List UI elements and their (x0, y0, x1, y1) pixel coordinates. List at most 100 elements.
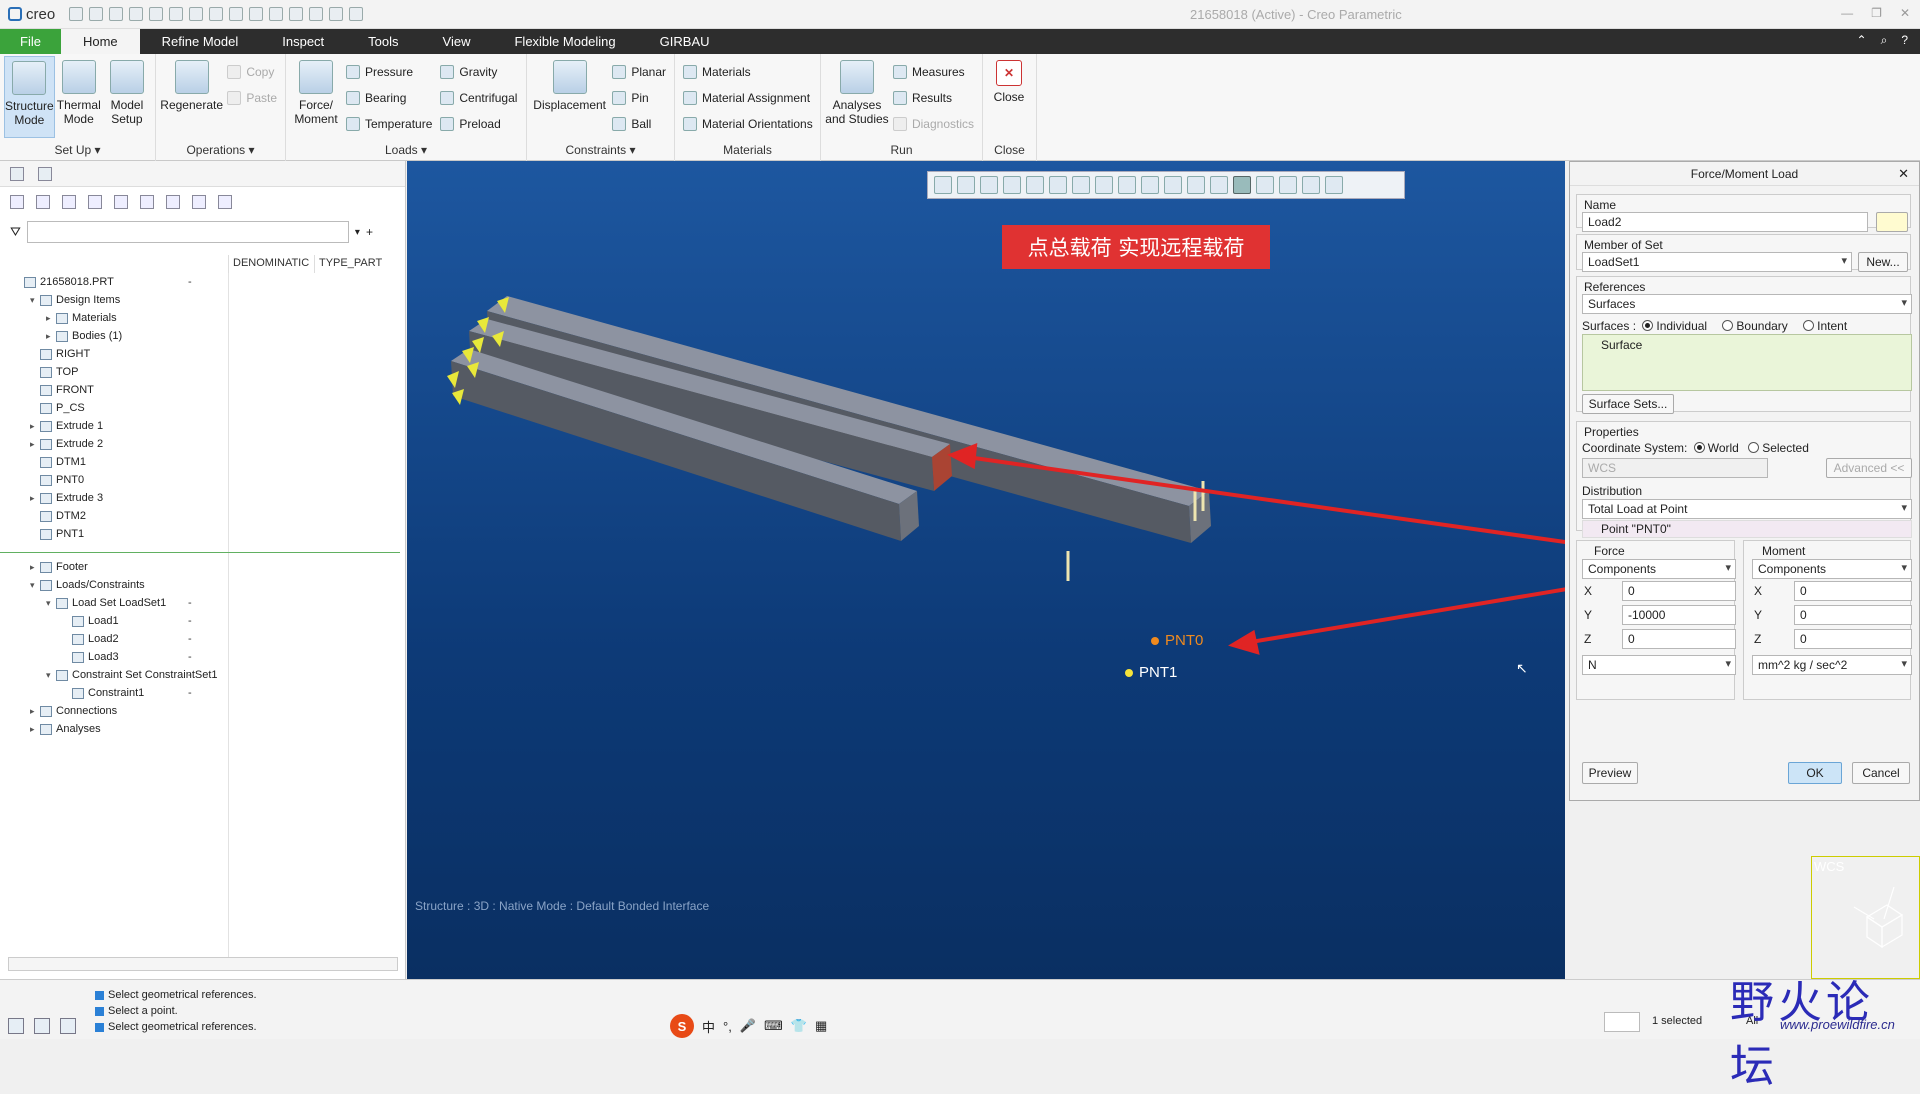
tab-flexible-modeling[interactable]: Flexible Modeling (492, 29, 637, 54)
tree-node[interactable]: ▸ Footer (0, 558, 228, 576)
selected-radio[interactable] (1748, 442, 1760, 453)
tree-node[interactable]: ▸ Extrude 1 (0, 417, 228, 435)
navigator-toggle-icon[interactable] (8, 1018, 24, 1034)
tree-node[interactable]: ▾ Design Items (0, 291, 228, 309)
tree-node[interactable]: 21658018.PRT - (0, 273, 228, 291)
planar-button[interactable]: Planar (612, 62, 666, 81)
moment-y-input[interactable]: 0 (1794, 605, 1912, 625)
ball-button[interactable]: Ball (612, 114, 666, 133)
results-button[interactable]: Results (892, 88, 974, 107)
window-icon[interactable] (229, 7, 244, 21)
individual-radio[interactable] (1642, 320, 1654, 331)
filter-tree-icon[interactable] (114, 195, 128, 209)
references-type-select[interactable]: Surfaces (1582, 294, 1912, 314)
surface-item[interactable]: Surface (1583, 335, 1911, 355)
centrifugal-button[interactable]: Centrifugal (440, 88, 517, 107)
columns-icon[interactable] (88, 195, 102, 209)
graphics-viewport[interactable]: 点总载荷 实现远程载荷 PNT0 PNT1 Structure: 3D: N… (407, 161, 1565, 979)
expand-arrow-icon[interactable]: ▸ (30, 706, 40, 717)
tree-node[interactable]: ▸ Extrude 3 (0, 489, 228, 507)
gravity-button[interactable]: Gravity (440, 62, 517, 81)
member-of-set-select[interactable]: LoadSet1 (1582, 252, 1852, 272)
regenerate-button[interactable]: Regenerate (160, 56, 223, 112)
cancel-button[interactable]: Cancel (1852, 762, 1910, 784)
save-all-icon[interactable] (129, 7, 144, 21)
measure-icon[interactable] (289, 7, 304, 21)
column-denominatic[interactable]: DENOMINATIC (228, 255, 314, 273)
boundary-radio[interactable] (1722, 320, 1734, 331)
keyboard-icon[interactable]: ⌨ (764, 1018, 783, 1034)
layers-icon[interactable] (166, 195, 180, 209)
temperature-button[interactable]: Temperature (346, 114, 432, 133)
chinese-mode-icon[interactable]: 中 (702, 1017, 715, 1036)
expand-arrow-icon[interactable]: ▸ (30, 724, 40, 735)
skin-icon[interactable]: 👕 (791, 1018, 807, 1034)
part-icon[interactable] (10, 195, 24, 209)
tree-node[interactable]: ▸ Materials (0, 309, 228, 327)
force-z-input[interactable]: 0 (1622, 629, 1736, 649)
pressure-button[interactable]: Pressure (346, 62, 432, 81)
tab-inspect[interactable]: Inspect (260, 29, 346, 54)
ok-button[interactable]: OK (1788, 762, 1842, 784)
force-mode-select[interactable]: Components (1582, 559, 1736, 579)
tree-node[interactable]: ▾ Loads/Constraints (0, 576, 228, 594)
new-icon[interactable] (89, 7, 104, 21)
microphone-icon[interactable]: 🎤 (740, 1018, 756, 1034)
tree-node[interactable]: DTM1 (0, 453, 228, 471)
pnt0-marker[interactable] (1151, 637, 1159, 645)
group-label-constraints[interactable]: Constraints ▾ (527, 143, 674, 157)
sketch-icon[interactable] (329, 7, 344, 21)
world-radio[interactable] (1693, 442, 1705, 453)
redo-icon[interactable] (189, 7, 204, 21)
selection-filter-icon[interactable] (1604, 1012, 1640, 1032)
name-input[interactable]: Load2 (1582, 212, 1868, 232)
sogou-ime-icon[interactable]: S (670, 1014, 694, 1038)
analyses-studies-button[interactable]: Analyses and Studies (825, 56, 889, 126)
add-column-icon[interactable]: + (366, 225, 373, 239)
tree-node[interactable]: Load2 - (0, 630, 228, 648)
tab-view[interactable]: View (421, 29, 493, 54)
browser-toggle-icon[interactable] (34, 1018, 50, 1034)
csys-collector[interactable]: WCS (1582, 458, 1768, 478)
search-icon[interactable]: ⌕ (1881, 33, 1888, 48)
tree-node[interactable]: ▸ Analyses (0, 720, 228, 738)
tree-settings-icon[interactable] (36, 195, 50, 209)
tree-node[interactable]: ▸ Bodies (1) (0, 327, 228, 345)
tree-node[interactable]: Load1 - (0, 612, 228, 630)
close-icon[interactable]: ✕ (1900, 6, 1910, 20)
tree-node[interactable]: Constraint1 - (0, 684, 228, 702)
new-set-button[interactable]: New... (1858, 252, 1908, 272)
tab-girbau[interactable]: GIRBAU (638, 29, 732, 54)
point-collector[interactable]: Point "PNT0" (1582, 520, 1912, 538)
tree-node[interactable]: ▸ Extrude 2 (0, 435, 228, 453)
tab-refine-model[interactable]: Refine Model (140, 29, 261, 54)
tree-node[interactable]: TOP (0, 363, 228, 381)
close-button[interactable]: ✕ Close (987, 56, 1031, 104)
save-icon[interactable] (109, 7, 124, 21)
tree-node[interactable]: ▸ Connections (0, 702, 228, 720)
moment-z-input[interactable]: 0 (1794, 629, 1912, 649)
model-tree-tab-icon[interactable] (10, 166, 24, 181)
close-window-icon[interactable] (249, 7, 264, 21)
force-moment-button[interactable]: Force/ Moment (290, 56, 342, 126)
model-setup-button[interactable]: Model Setup (103, 56, 151, 126)
expand-arrow-icon[interactable]: ▸ (30, 493, 40, 504)
tree-node[interactable]: RIGHT (0, 345, 228, 363)
measures-button[interactable]: Measures (892, 62, 974, 81)
tree-search-input[interactable] (26, 221, 349, 243)
collapse-ribbon-icon[interactable]: ⌃ (1857, 33, 1867, 48)
customize-icon[interactable] (349, 7, 364, 21)
displacement-button[interactable]: Displacement (531, 56, 608, 112)
materials-button[interactable]: Materials (683, 62, 813, 81)
tree-node[interactable]: PNT1 (0, 525, 228, 543)
group-label-operations[interactable]: Operations ▾ (156, 143, 285, 157)
moment-x-input[interactable]: 0 (1794, 581, 1912, 601)
dropdown-icon[interactable]: ▾ (355, 227, 360, 238)
surface-sets-button[interactable]: Surface Sets... (1582, 394, 1674, 414)
expand-icon[interactable] (62, 195, 76, 209)
restore-icon[interactable]: ❐ (1871, 6, 1882, 20)
collapse-arrow-icon[interactable]: ▾ (30, 580, 40, 591)
collapse-arrow-icon[interactable]: ▾ (46, 598, 56, 609)
tree-node[interactable]: P_CS (0, 399, 228, 417)
punctuation-icon[interactable]: °, (723, 1019, 732, 1034)
